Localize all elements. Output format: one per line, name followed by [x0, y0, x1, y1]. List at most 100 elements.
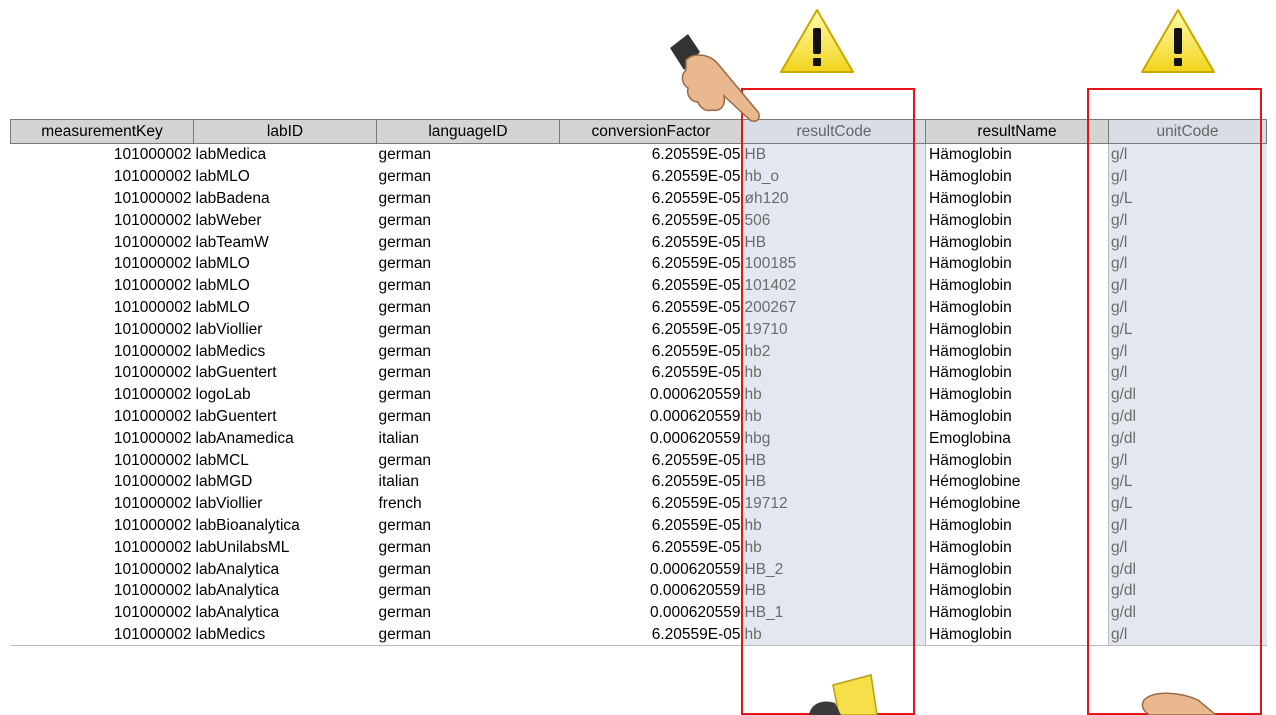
cell-conversionFactor[interactable]: 6.20559E-05: [559, 623, 743, 647]
cell-languageID[interactable]: italian: [377, 427, 560, 449]
cell-languageID[interactable]: german: [377, 275, 560, 297]
cell-languageID[interactable]: german: [377, 188, 560, 210]
cell-unitCode[interactable]: g/l: [1108, 252, 1267, 275]
cell-languageID[interactable]: german: [377, 602, 560, 624]
cell-conversionFactor[interactable]: 6.20559E-05: [560, 318, 743, 340]
cell-measurementKey[interactable]: 101000002: [10, 623, 194, 647]
cell-conversionFactor[interactable]: 0.000620559: [560, 602, 743, 624]
cell-resultCode[interactable]: hbg: [742, 427, 926, 450]
cell-labID[interactable]: labAnalytica: [194, 580, 377, 602]
cell-languageID[interactable]: french: [377, 493, 560, 515]
cell-languageID[interactable]: german: [377, 209, 560, 231]
cell-labID[interactable]: labViollier: [194, 318, 377, 340]
cell-unitCode[interactable]: g/l: [1108, 361, 1267, 384]
cell-resultCode[interactable]: HB: [742, 470, 926, 493]
cell-resultCode[interactable]: HB_1: [742, 601, 926, 624]
cell-measurementKey[interactable]: 101000002: [11, 493, 194, 515]
cell-measurementKey[interactable]: 101000002: [11, 580, 194, 602]
cell-unitCode[interactable]: g/L: [1108, 318, 1267, 341]
cell-unitCode[interactable]: g/l: [1108, 623, 1267, 647]
cell-unitCode[interactable]: g/l: [1108, 449, 1267, 471]
cell-languageID[interactable]: german: [377, 406, 560, 428]
cell-resultName[interactable]: Hämoglobin: [925, 361, 1109, 384]
cell-resultCode[interactable]: 200267: [742, 296, 926, 319]
cell-languageID[interactable]: german: [377, 144, 560, 166]
cell-resultName[interactable]: Hämoglobin: [925, 579, 1109, 602]
cell-resultName[interactable]: Hämoglobin: [925, 536, 1109, 559]
cell-labID[interactable]: labWeber: [194, 209, 377, 231]
cell-languageID[interactable]: german: [377, 580, 560, 602]
cell-conversionFactor[interactable]: 0.000620559: [560, 427, 743, 449]
cell-languageID[interactable]: german: [377, 558, 560, 580]
cell-unitCode[interactable]: g/l: [1108, 165, 1267, 188]
column-header-unitCode[interactable]: unitCode: [1108, 119, 1267, 144]
cell-unitCode[interactable]: g/dl: [1108, 405, 1267, 428]
cell-unitCode[interactable]: g/dl: [1108, 579, 1267, 602]
cell-conversionFactor[interactable]: 6.20559E-05: [560, 144, 743, 166]
cell-conversionFactor[interactable]: 6.20559E-05: [560, 188, 743, 210]
cell-labID[interactable]: logoLab: [194, 384, 377, 406]
cell-resultName[interactable]: Hämoglobin: [925, 318, 1109, 341]
cell-conversionFactor[interactable]: 6.20559E-05: [560, 536, 743, 558]
cell-resultCode[interactable]: hb: [742, 383, 926, 406]
cell-measurementKey[interactable]: 101000002: [11, 558, 194, 580]
cell-resultCode[interactable]: øh120: [742, 187, 926, 210]
cell-resultCode[interactable]: hb_o: [742, 165, 926, 188]
cell-resultName[interactable]: Hämoglobin: [925, 274, 1109, 297]
cell-conversionFactor[interactable]: 6.20559E-05: [560, 449, 743, 471]
cell-conversionFactor[interactable]: 0.000620559: [560, 406, 743, 428]
cell-measurementKey[interactable]: 101000002: [11, 253, 194, 275]
cell-labID[interactable]: labAnamedica: [194, 427, 377, 449]
cell-resultCode[interactable]: 100185: [742, 252, 926, 275]
cell-measurementKey[interactable]: 101000002: [11, 536, 194, 558]
cell-conversionFactor[interactable]: 6.20559E-05: [560, 297, 743, 319]
cell-measurementKey[interactable]: 101000002: [11, 318, 194, 340]
cell-resultName[interactable]: Hémoglobine: [925, 470, 1109, 493]
cell-resultCode[interactable]: HB: [742, 579, 926, 602]
cell-resultCode[interactable]: 19712: [742, 492, 926, 515]
cell-unitCode[interactable]: g/l: [1108, 209, 1267, 232]
cell-languageID[interactable]: german: [377, 297, 560, 319]
cell-conversionFactor[interactable]: 6.20559E-05: [560, 471, 743, 493]
cell-conversionFactor[interactable]: 6.20559E-05: [560, 166, 743, 188]
cell-resultName[interactable]: Hämoglobin: [925, 449, 1109, 471]
column-header-measurementKey[interactable]: measurementKey: [10, 119, 194, 144]
cell-conversionFactor[interactable]: 6.20559E-05: [560, 493, 743, 515]
cell-languageID[interactable]: german: [377, 231, 560, 253]
cell-measurementKey[interactable]: 101000002: [11, 166, 194, 188]
cell-unitCode[interactable]: g/dl: [1108, 427, 1267, 450]
cell-unitCode[interactable]: g/dl: [1108, 601, 1267, 624]
cell-measurementKey[interactable]: 101000002: [11, 515, 194, 537]
cell-measurementKey[interactable]: 101000002: [11, 602, 194, 624]
cell-resultName[interactable]: Hämoglobin: [925, 340, 1109, 362]
cell-languageID[interactable]: german: [377, 536, 560, 558]
cell-labID[interactable]: labGuentert: [194, 362, 377, 384]
cell-labID[interactable]: labMGD: [194, 471, 377, 493]
cell-unitCode[interactable]: g/L: [1108, 492, 1267, 515]
cell-resultName[interactable]: Hämoglobin: [925, 514, 1109, 537]
cell-resultCode[interactable]: hb: [742, 405, 926, 428]
cell-resultName[interactable]: Hämoglobin: [925, 601, 1109, 624]
cell-resultCode[interactable]: 506: [742, 209, 926, 232]
cell-labID[interactable]: labMCL: [194, 449, 377, 471]
cell-labID[interactable]: labMLO: [194, 275, 377, 297]
cell-unitCode[interactable]: g/dl: [1108, 383, 1267, 406]
cell-measurementKey[interactable]: 101000002: [11, 449, 194, 471]
cell-resultName[interactable]: Hämoglobin: [925, 143, 1109, 166]
cell-languageID[interactable]: german: [377, 318, 560, 340]
cell-conversionFactor[interactable]: 0.000620559: [560, 558, 743, 580]
cell-resultName[interactable]: Hämoglobin: [925, 165, 1109, 188]
cell-measurementKey[interactable]: 101000002: [11, 231, 194, 253]
cell-measurementKey[interactable]: 101000002: [11, 384, 194, 406]
cell-unitCode[interactable]: g/L: [1108, 470, 1267, 493]
cell-languageID[interactable]: german: [377, 253, 560, 275]
cell-resultCode[interactable]: HB: [742, 231, 926, 253]
cell-labID[interactable]: labMedica: [194, 144, 377, 166]
cell-unitCode[interactable]: g/l: [1108, 143, 1267, 166]
cell-languageID[interactable]: german: [377, 340, 560, 362]
cell-measurementKey[interactable]: 101000002: [11, 209, 194, 231]
cell-labID[interactable]: labAnalytica: [194, 602, 377, 624]
cell-unitCode[interactable]: g/l: [1108, 536, 1267, 559]
cell-resultName[interactable]: Hämoglobin: [925, 252, 1109, 275]
cell-measurementKey[interactable]: 101000002: [11, 144, 194, 166]
